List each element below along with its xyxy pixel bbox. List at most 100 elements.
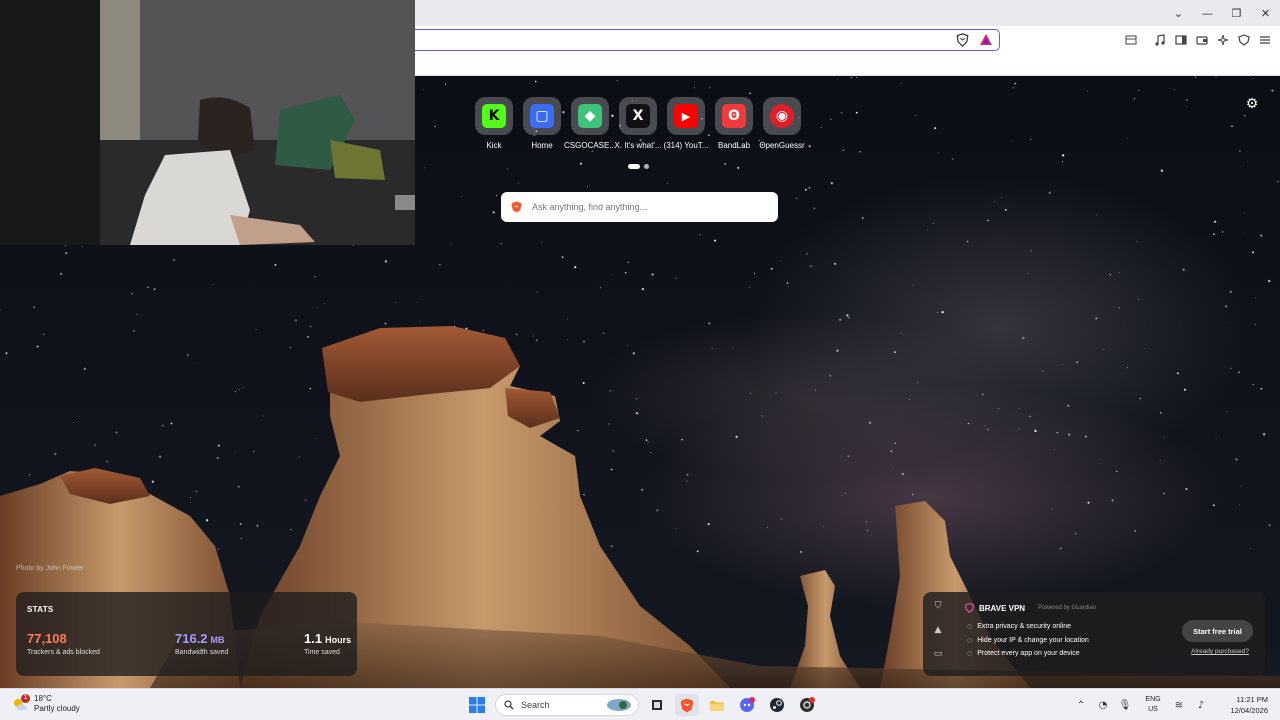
obs-icon[interactable] bbox=[795, 694, 819, 716]
bandwidth-value: 716.2 bbox=[175, 631, 208, 646]
kick-icon: K bbox=[482, 104, 506, 128]
taskbar-search-label: Search bbox=[521, 700, 550, 710]
taskbar-apps bbox=[645, 694, 819, 716]
site-tile: ʘ bbox=[715, 97, 753, 135]
site-tile: ▶ bbox=[667, 97, 705, 135]
menu-icon[interactable] bbox=[1257, 32, 1272, 47]
taskbar-search[interactable]: Search bbox=[495, 694, 639, 716]
rewards-triangle-icon[interactable]: ▲ bbox=[935, 625, 942, 635]
top-site-csgocases[interactable]: ◆ CSGOCASE... bbox=[564, 97, 616, 150]
microphone-icon[interactable]: 🎙 bbox=[1114, 700, 1136, 711]
window-controls: ⌄ — ❐ ✕ bbox=[1164, 0, 1280, 26]
top-site-home[interactable]: ▢ Home bbox=[522, 97, 562, 150]
restore-button[interactable]: ❐ bbox=[1222, 0, 1251, 26]
sidebar-icon[interactable] bbox=[1173, 32, 1188, 47]
brave-vpn-widget: ⛉ ▲ ▭ BRAVE VPN Powered by Guardian Extr… bbox=[923, 592, 1265, 676]
stat-time: 1.1 Hours Time saved bbox=[304, 631, 351, 656]
system-tray: ⌃ ◔ 🎙 ENG US ≋ ♪ 11:21 PM 12/04/2026 bbox=[1070, 689, 1280, 720]
search-icon bbox=[504, 700, 514, 710]
task-view-icon[interactable] bbox=[645, 694, 669, 716]
wallet-icon[interactable] bbox=[1194, 32, 1209, 47]
youtube-icon: ▶ bbox=[674, 104, 698, 128]
network-status-icon[interactable]: ◔ bbox=[1092, 700, 1114, 711]
ntp-search-input[interactable] bbox=[532, 202, 762, 212]
ntp-search-box[interactable] bbox=[501, 192, 778, 222]
top-site-bandlab[interactable]: ʘ BandLab bbox=[714, 97, 754, 150]
music-icon[interactable] bbox=[1152, 32, 1167, 47]
time-unit: Hours bbox=[325, 635, 352, 645]
windows-start-icon[interactable] bbox=[469, 697, 485, 713]
discord-icon[interactable] bbox=[735, 694, 759, 716]
clock-date: 12/04/2026 bbox=[1230, 706, 1268, 715]
start-free-trial-button[interactable]: Start free trial bbox=[1182, 620, 1253, 642]
clock-time: 11:21 PM bbox=[1236, 695, 1268, 704]
time-value-row: 1.1 Hours bbox=[304, 631, 351, 646]
vpn-features: Extra privacy & security online Hide you… bbox=[967, 620, 1089, 661]
site-tile: ▢ bbox=[523, 97, 561, 135]
webcam-feed-image bbox=[0, 0, 415, 245]
top-site-youtube[interactable]: ▶ (314) YouT... bbox=[664, 97, 708, 150]
tab-strip-icon[interactable] bbox=[1123, 32, 1138, 47]
trackers-value: 77,108 bbox=[27, 631, 67, 646]
volume-icon[interactable]: ♪ bbox=[1190, 700, 1212, 711]
brave-shields-icon[interactable] bbox=[956, 33, 969, 47]
top-site-kick[interactable]: K Kick bbox=[474, 97, 514, 150]
top-sites-pager bbox=[628, 164, 649, 169]
time-label: Time saved bbox=[304, 649, 340, 656]
vpn-feature: Hide your IP & change your location bbox=[967, 634, 1089, 648]
site-tile: X bbox=[619, 97, 657, 135]
tab-search-chevron-icon[interactable]: ⌄ bbox=[1164, 0, 1193, 26]
time-value: 1.1 bbox=[304, 631, 323, 646]
address-bar[interactable] bbox=[405, 29, 1000, 51]
openguessr-icon: ◉ bbox=[770, 104, 794, 128]
trackers-label: Trackers & ads blocked bbox=[27, 649, 100, 656]
stats-title: STATS bbox=[27, 605, 54, 614]
vpn-feature: Extra privacy & security online bbox=[967, 620, 1089, 634]
vpn-powered-by: Powered by Guardian bbox=[1038, 605, 1097, 611]
bandwidth-value-row: 716.2 MB bbox=[175, 631, 228, 646]
vpn-feature: Protect every app on your device bbox=[967, 647, 1089, 661]
top-site-openguessr[interactable]: ◉ OpenGuessr bbox=[759, 97, 805, 150]
csgocases-icon: ◆ bbox=[578, 104, 602, 128]
bandwidth-unit: MB bbox=[210, 635, 225, 645]
top-site-x[interactable]: X X. It's what'... bbox=[614, 97, 662, 150]
photo-credit[interactable]: Photo by John Fowler bbox=[16, 565, 84, 572]
chevron-up-icon[interactable]: ⌃ bbox=[1070, 700, 1092, 711]
brave-icon[interactable] bbox=[675, 694, 699, 716]
weather-temp: 18°C bbox=[34, 694, 52, 703]
lang-line-1: ENG bbox=[1145, 696, 1161, 703]
site-label: OpenGuessr bbox=[759, 141, 805, 150]
pager-dot-1[interactable] bbox=[628, 164, 640, 169]
clock[interactable]: 11:21 PM 12/04/2026 bbox=[1212, 694, 1268, 716]
brave-logo-icon bbox=[511, 201, 522, 213]
stat-trackers: 77,108 Trackers & ads blocked bbox=[27, 631, 100, 656]
weather-text: 18°C Partly cloudy bbox=[34, 694, 80, 714]
vpn-header: BRAVE VPN Powered by Guardian bbox=[965, 603, 1096, 613]
partly-cloudy-icon: 1 bbox=[12, 694, 30, 712]
site-tile: ◉ bbox=[763, 97, 801, 135]
weather-widget[interactable]: 1 18°C Partly cloudy bbox=[12, 694, 80, 714]
windows-taskbar: 1 18°C Partly cloudy Search ⌃ ◔ 🎙 ENG US… bbox=[0, 688, 1280, 720]
vpn-shield-icon[interactable]: ⛉ bbox=[935, 601, 942, 611]
brave-rewards-icon[interactable] bbox=[979, 33, 993, 47]
vpn-brand-icon bbox=[965, 603, 974, 613]
vpn-icon[interactable] bbox=[1236, 32, 1251, 47]
close-button[interactable]: ✕ bbox=[1251, 0, 1280, 26]
pager-dot-2[interactable] bbox=[644, 164, 649, 169]
ntp-settings-gear-icon[interactable]: ⚙ bbox=[1244, 96, 1260, 112]
wifi-icon[interactable]: ≋ bbox=[1168, 700, 1190, 711]
bandwidth-label: Bandwidth saved bbox=[175, 649, 229, 656]
vpn-title: BRAVE VPN bbox=[979, 603, 1026, 613]
weather-desc: Partly cloudy bbox=[34, 704, 80, 713]
file-explorer-icon[interactable] bbox=[705, 694, 729, 716]
lang-line-2: US bbox=[1148, 706, 1158, 713]
stat-bandwidth: 716.2 MB Bandwidth saved bbox=[175, 631, 228, 656]
language-indicator[interactable]: ENG US bbox=[1138, 695, 1168, 715]
home-icon: ▢ bbox=[530, 104, 554, 128]
news-card-icon[interactable]: ▭ bbox=[934, 649, 943, 659]
minimize-button[interactable]: — bbox=[1193, 0, 1222, 26]
steam-icon[interactable] bbox=[765, 694, 789, 716]
webcam-overlay bbox=[0, 0, 415, 245]
already-purchased-link[interactable]: Already purchased? bbox=[1191, 648, 1249, 655]
leo-ai-icon[interactable] bbox=[1215, 32, 1230, 47]
